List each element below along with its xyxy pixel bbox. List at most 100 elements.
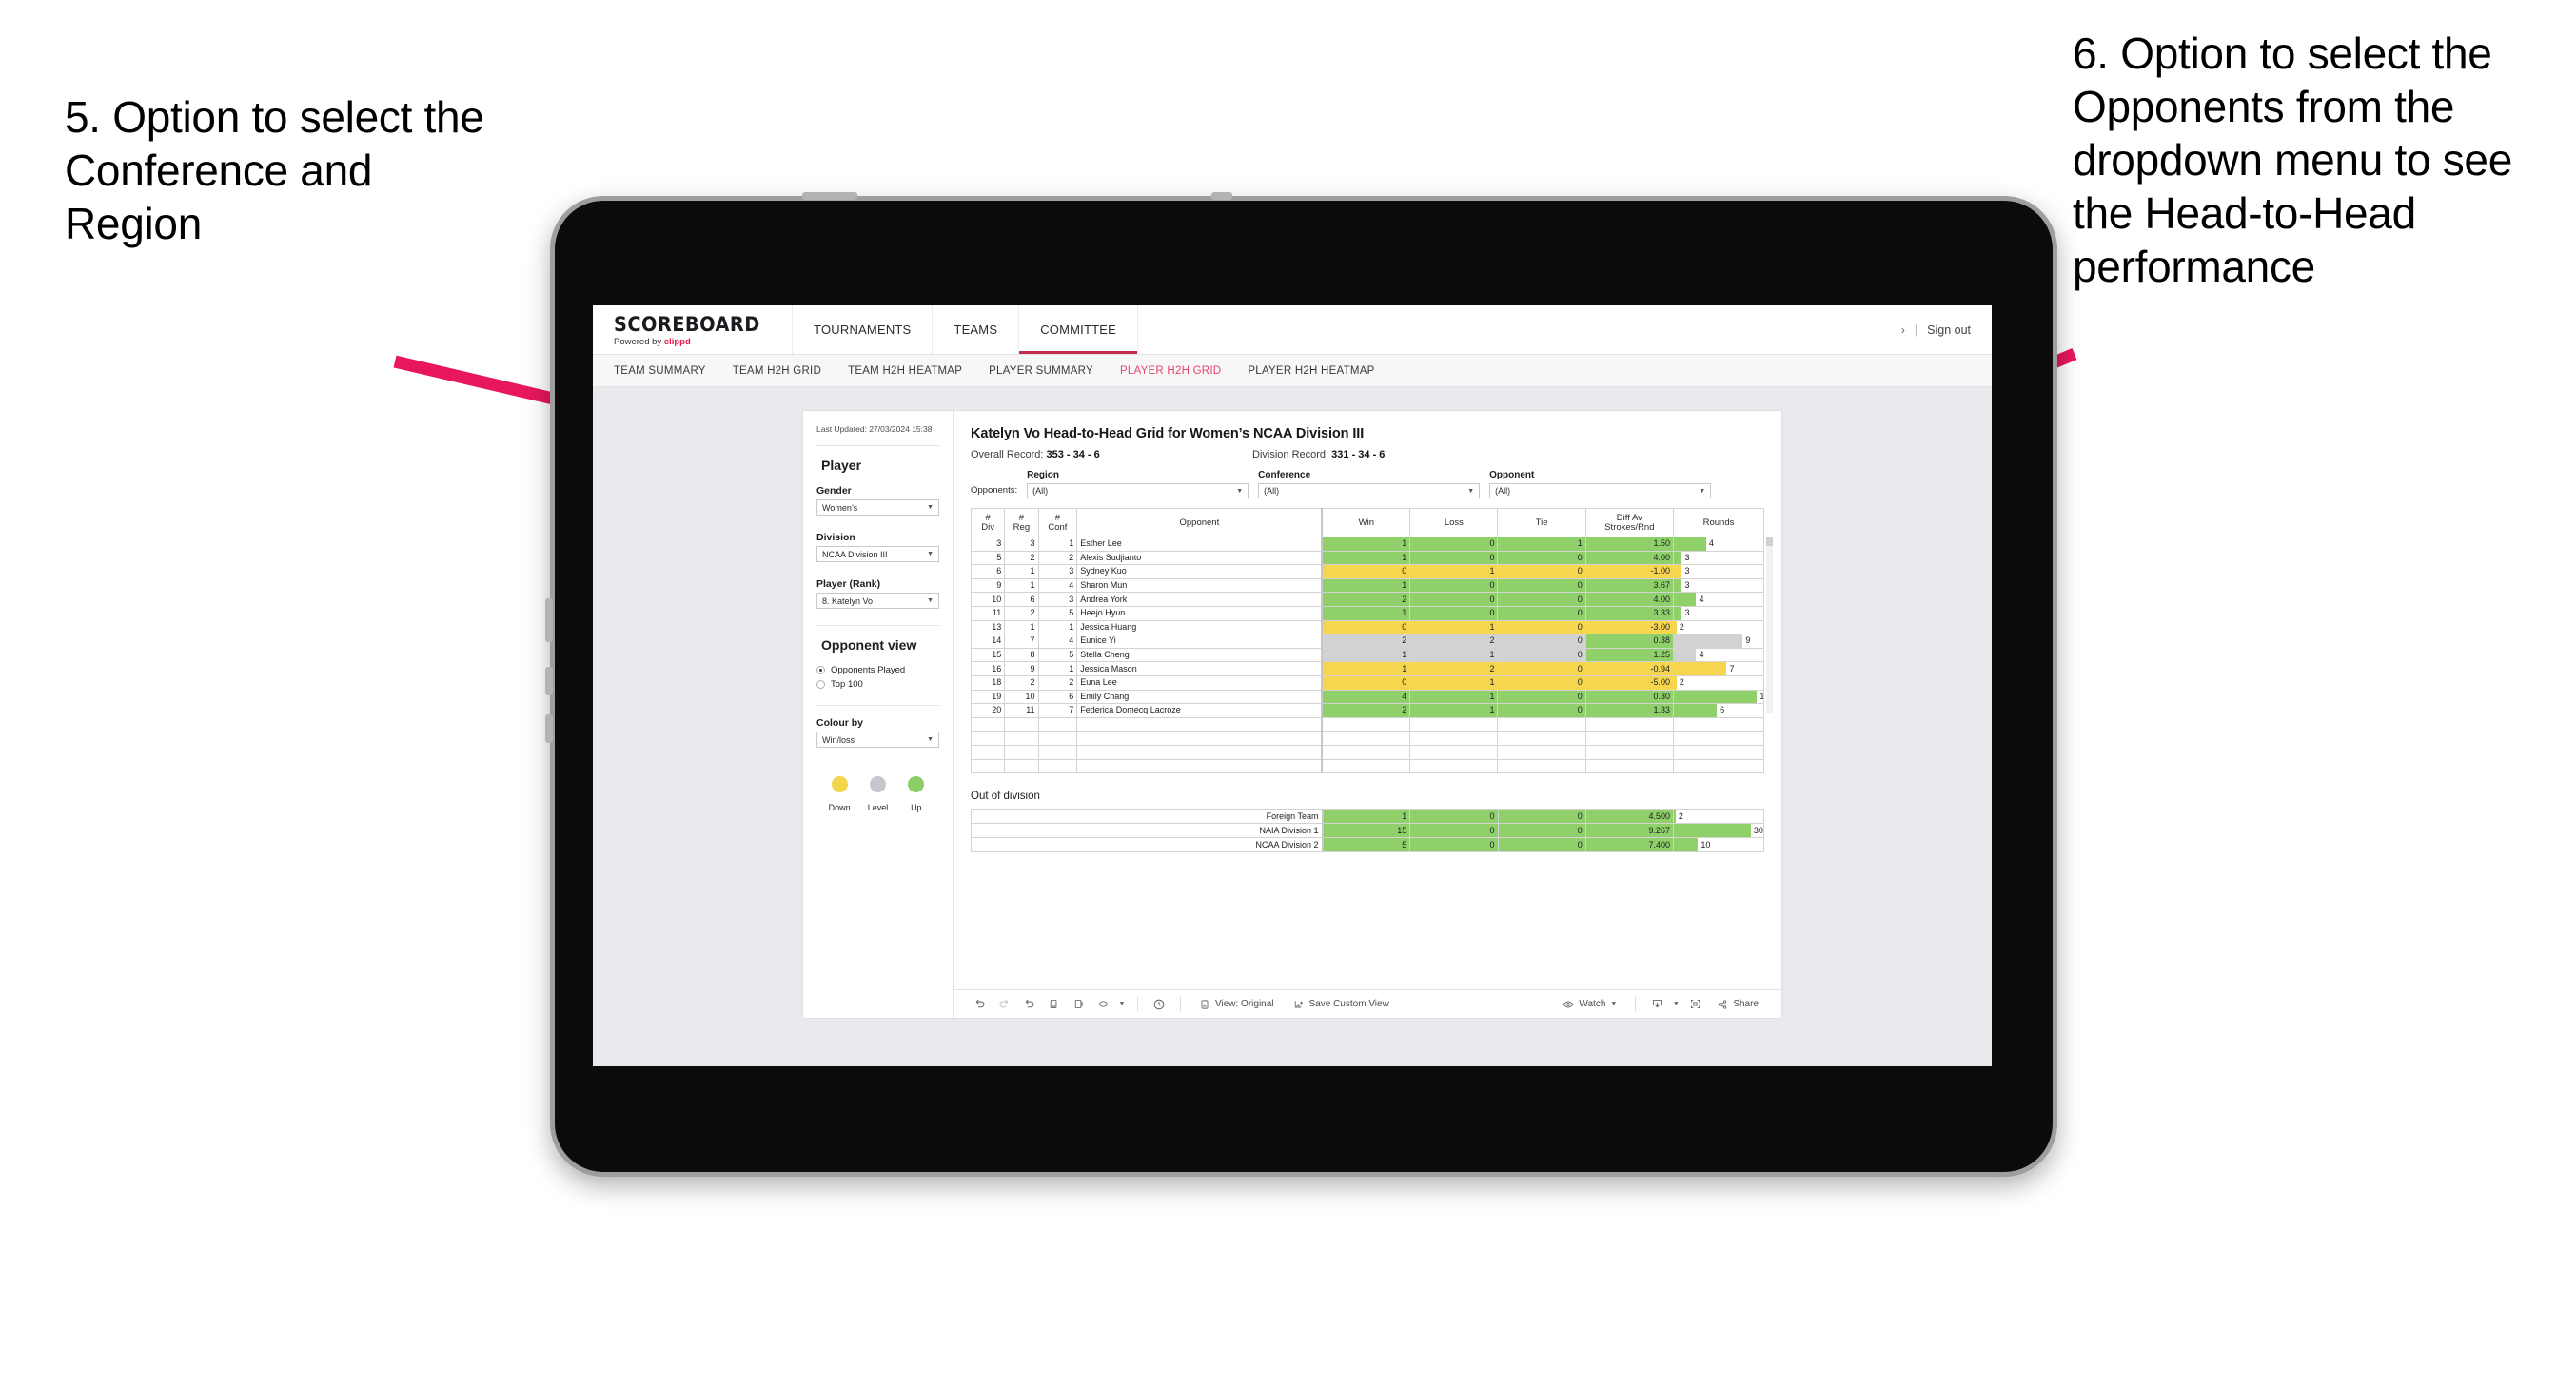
column-header-diff-av-strokes-rnd[interactable]: Diff Av Strokes/Rnd (1584, 508, 1674, 537)
cell-conf: 3 (1037, 564, 1078, 579)
region-select[interactable]: (All) ▼ (1027, 483, 1249, 498)
view-original-button[interactable]: View: Original (1190, 999, 1284, 1010)
watch-button[interactable]: Watch ▼ (1553, 999, 1626, 1010)
cell-diff-av-strokes-rnd: -3.00 (1584, 619, 1674, 635)
table-row[interactable]: 16 9 1 Jessica Mason 1 2 0 -0.94 7 (970, 661, 1765, 676)
bottom-toolbar: ▼ View: Original Save Custom View Watch … (954, 989, 1781, 1018)
toolbar-divider (1180, 997, 1181, 1011)
table-row[interactable]: Foreign Team 1 0 0 4.500 2 (970, 809, 1764, 825)
column-header-loss[interactable]: Loss (1409, 508, 1499, 537)
brand-logo[interactable]: SCOREBOARD Powered by clippd (593, 305, 794, 354)
download-icon[interactable] (1644, 998, 1669, 1010)
redo-icon[interactable] (992, 998, 1016, 1010)
download-dropdown-caret-icon[interactable]: ▼ (1669, 1001, 1682, 1007)
table-row[interactable]: 6 1 3 Sydney Kuo 0 1 0 -1.00 3 (970, 564, 1765, 579)
cell-empty (1497, 744, 1586, 760)
chevron-right-icon[interactable]: › (1901, 323, 1905, 337)
column-header-tie[interactable]: Tie (1497, 508, 1586, 537)
cell-conf: 7 (1037, 703, 1078, 718)
cell-div: 13 (970, 619, 1006, 635)
cell-div: 14 (970, 634, 1006, 649)
cell-opponent: Heejo Hyun (1076, 605, 1323, 621)
tab-team-h2h-grid[interactable]: TEAM H2H GRID (733, 365, 840, 377)
colour-by-select[interactable]: Win/loss ▼ (816, 732, 939, 749)
radio-top-100[interactable]: Top 100 (816, 679, 939, 690)
tab-player-h2h-grid[interactable]: PLAYER H2H GRID (1120, 365, 1240, 377)
conference-select[interactable]: (All) ▼ (1258, 483, 1481, 498)
cell-div: 5 (970, 550, 1006, 566)
cell-empty (1321, 731, 1411, 746)
cell-rounds: 2 (1672, 619, 1765, 635)
column-header-win[interactable]: Win (1321, 508, 1411, 537)
legend-item-up: Up (897, 776, 935, 812)
tab-player-summary[interactable]: PLAYER SUMMARY (989, 365, 1112, 377)
table-row[interactable]: 15 8 5 Stella Cheng 1 1 0 1.25 4 (970, 647, 1765, 663)
column-header-rounds[interactable]: Rounds (1672, 508, 1765, 537)
scrollbar-thumb[interactable] (1766, 537, 1773, 546)
opponent-select[interactable]: (All) ▼ (1489, 483, 1712, 498)
pause-auto-update-icon[interactable] (1066, 998, 1091, 1010)
legend-swatch-up (908, 776, 925, 793)
overall-record-label: Overall Record: (971, 449, 1044, 460)
chevron-down-icon: ▼ (1467, 487, 1475, 495)
table-row[interactable]: 14 7 4 Eunice Yi 2 2 0 0.38 9 (970, 634, 1765, 649)
fullscreen-icon[interactable] (1682, 998, 1707, 1010)
table-row[interactable]: 9 1 4 Sharon Mun 1 0 0 3.67 3 (970, 577, 1765, 594)
tab-player-h2h-heatmap[interactable]: PLAYER H2H HEATMAP (1248, 365, 1393, 377)
cell-loss: 0 (1409, 537, 1499, 552)
radio-opponents-played[interactable]: Opponents Played (816, 665, 939, 675)
table-row[interactable]: NAIA Division 1 15 0 0 9.267 30 (970, 823, 1764, 839)
cell-rounds: 2 (1673, 809, 1764, 825)
tab-team-summary[interactable]: TEAM SUMMARY (614, 365, 725, 377)
player-rank-select[interactable]: 8. Katelyn Vo ▼ (816, 593, 939, 610)
cell-conf: 1 (1037, 619, 1078, 635)
player-section-heading: Player (821, 458, 862, 474)
cell-diff-av-strokes-rnd: 1.33 (1584, 703, 1674, 718)
table-row[interactable]: 10 6 3 Andrea York 2 0 0 4.00 4 (970, 592, 1765, 607)
pan-icon[interactable] (1091, 998, 1115, 1010)
share-button[interactable]: Share (1707, 999, 1768, 1010)
device-button-left-1 (545, 598, 553, 642)
table-row[interactable]: 11 2 5 Heejo Hyun 1 0 0 3.33 3 (970, 605, 1765, 621)
cell-tie: 0 (1497, 674, 1586, 691)
column-header-reg[interactable]: # Reg (1004, 508, 1039, 537)
cell-reg: 1 (1004, 564, 1039, 579)
save-custom-view-button[interactable]: Save Custom View (1284, 999, 1399, 1010)
undo-icon[interactable] (967, 998, 992, 1010)
division-select[interactable]: NCAA Division III ▼ (816, 546, 939, 563)
gender-select[interactable]: Women’s ▼ (816, 499, 939, 517)
column-header-opponent[interactable]: Opponent (1076, 508, 1323, 537)
nav-item-committee[interactable]: COMMITTEE (1019, 305, 1139, 354)
tab-team-h2h-heatmap[interactable]: TEAM H2H HEATMAP (848, 365, 981, 377)
table-row[interactable]: 5 2 2 Alexis Sudjianto 1 0 0 4.00 3 (970, 550, 1765, 566)
cell-tie: 0 (1497, 605, 1586, 621)
nav-item-teams[interactable]: TEAMS (933, 305, 1020, 354)
table-vertical-scrollbar[interactable] (1766, 537, 1773, 713)
radio-top-100-label: Top 100 (831, 679, 863, 691)
cell-empty (1672, 731, 1765, 746)
opponent-filters: Opponents: Region (All) ▼ Conference (Al… (971, 470, 1764, 498)
column-header-div[interactable]: # Div (970, 508, 1006, 537)
table-row[interactable]: 20 11 7 Federica Domecq Lacroze 2 1 0 1.33 6 (970, 703, 1765, 718)
table-row[interactable]: 13 1 1 Jessica Huang 0 1 0 -3.00 2 (970, 619, 1765, 635)
gender-field: Gender Women’s ▼ (816, 485, 939, 517)
table-row[interactable]: NCAA Division 2 5 0 0 7.400 10 (970, 837, 1764, 853)
cell-empty (1076, 758, 1323, 774)
sign-out-link[interactable]: Sign out (1927, 323, 1971, 337)
cell-empty (1004, 744, 1039, 760)
table-row[interactable]: 3 3 1 Esther Lee 1 0 1 1.50 4 (970, 537, 1765, 552)
table-row[interactable]: 19106Emily Chang4100.3011 (970, 689, 1765, 705)
conference-value: (All) (1264, 486, 1280, 496)
nav-item-tournaments[interactable]: TOURNAMENTS (793, 305, 934, 354)
opponent-filter: Opponent (All) ▼ (1489, 470, 1712, 498)
cell-tie: 0 (1497, 823, 1586, 839)
device-button-left-2 (545, 667, 553, 695)
pan-dropdown-caret-icon[interactable]: ▼ (1115, 1001, 1129, 1007)
cell-div: 15 (970, 647, 1006, 663)
revert-icon[interactable] (1016, 998, 1041, 1010)
column-header-conf[interactable]: # Conf (1037, 508, 1078, 537)
table-row[interactable]: 18 2 2 Euna Lee 0 1 0 -5.00 2 (970, 674, 1765, 691)
cell-rounds: 3 (1672, 577, 1765, 594)
pause-icon[interactable] (1147, 998, 1171, 1011)
refresh-icon[interactable] (1041, 998, 1066, 1010)
